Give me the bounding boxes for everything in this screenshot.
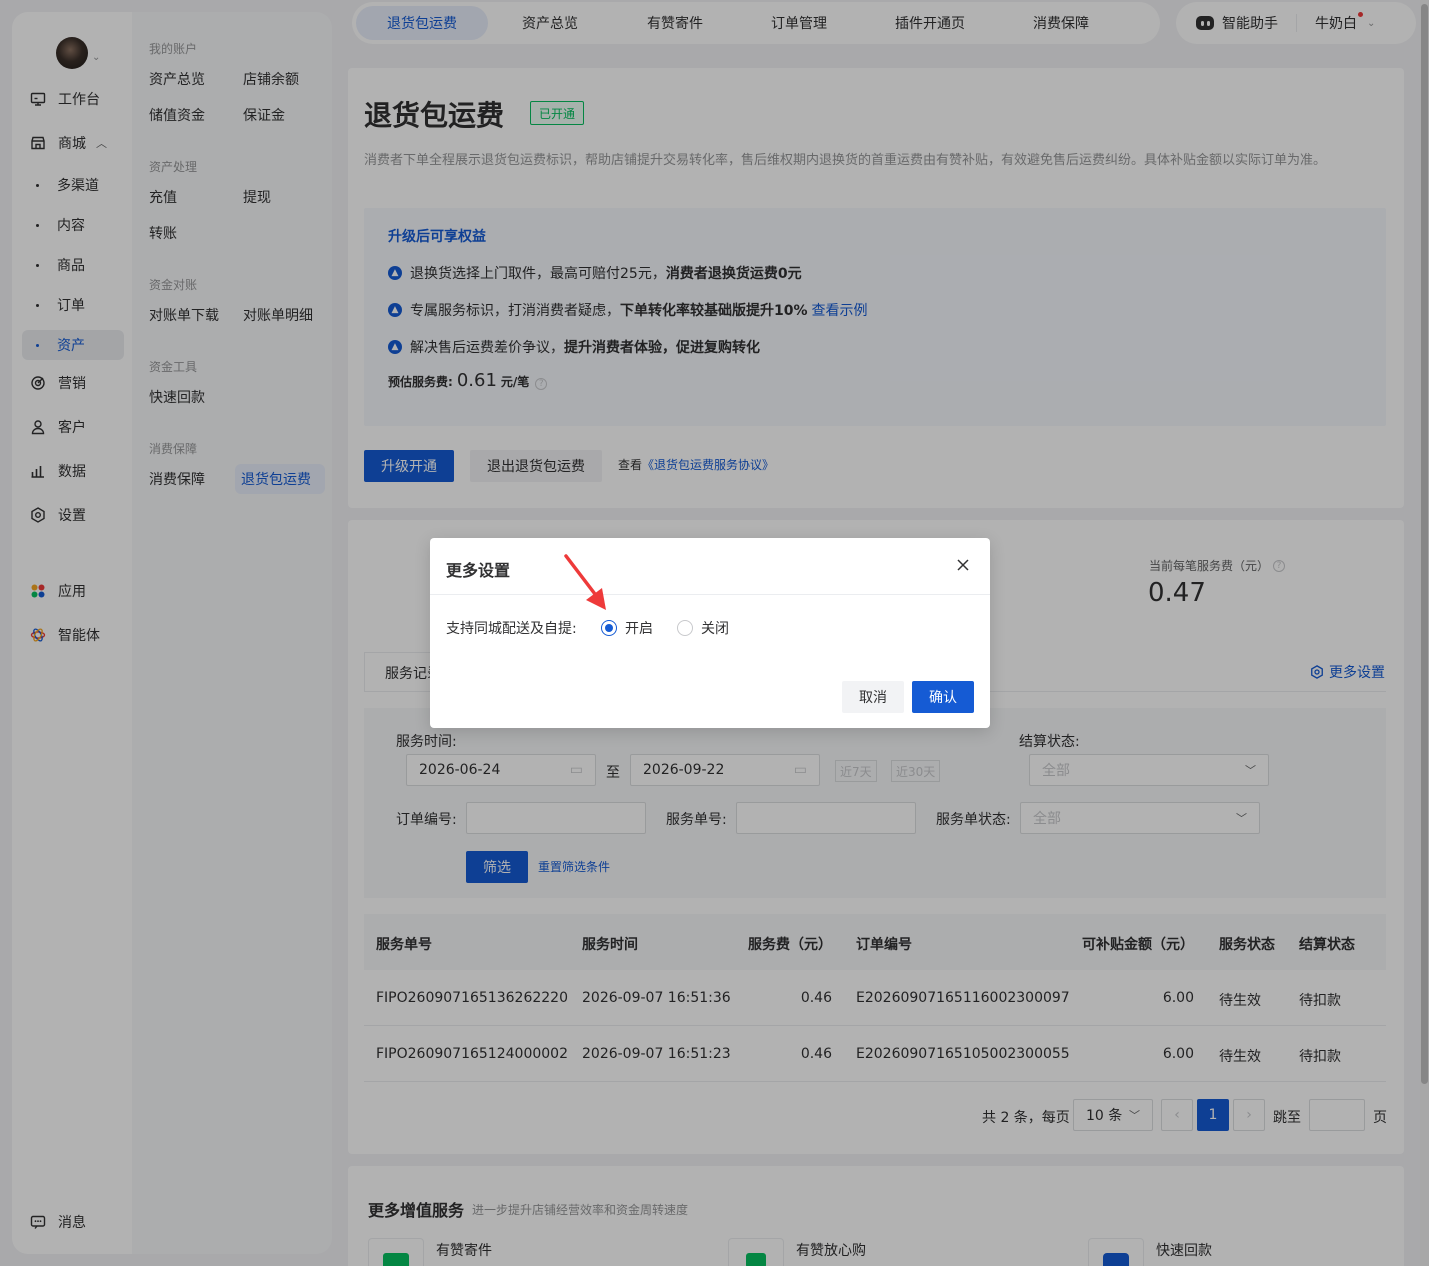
radio-button[interactable]: [677, 620, 693, 636]
dialog-title: 更多设置: [446, 561, 511, 580]
more-settings-dialog: 更多设置 支持同城配送及自提: 开启 关闭 取消 确认: [430, 538, 990, 728]
radio-option-off[interactable]: 关闭: [677, 618, 729, 638]
field-label: 支持同城配送及自提:: [446, 621, 577, 637]
radio-button[interactable]: [601, 620, 617, 636]
cancel-button[interactable]: 取消: [842, 681, 904, 713]
radio-label: 开启: [625, 621, 653, 637]
radio-label: 关闭: [701, 621, 729, 637]
radio-option-on[interactable]: 开启: [601, 618, 653, 638]
annotation-arrow-icon: [564, 554, 606, 610]
confirm-button[interactable]: 确认: [912, 681, 974, 713]
close-icon[interactable]: [954, 556, 972, 574]
